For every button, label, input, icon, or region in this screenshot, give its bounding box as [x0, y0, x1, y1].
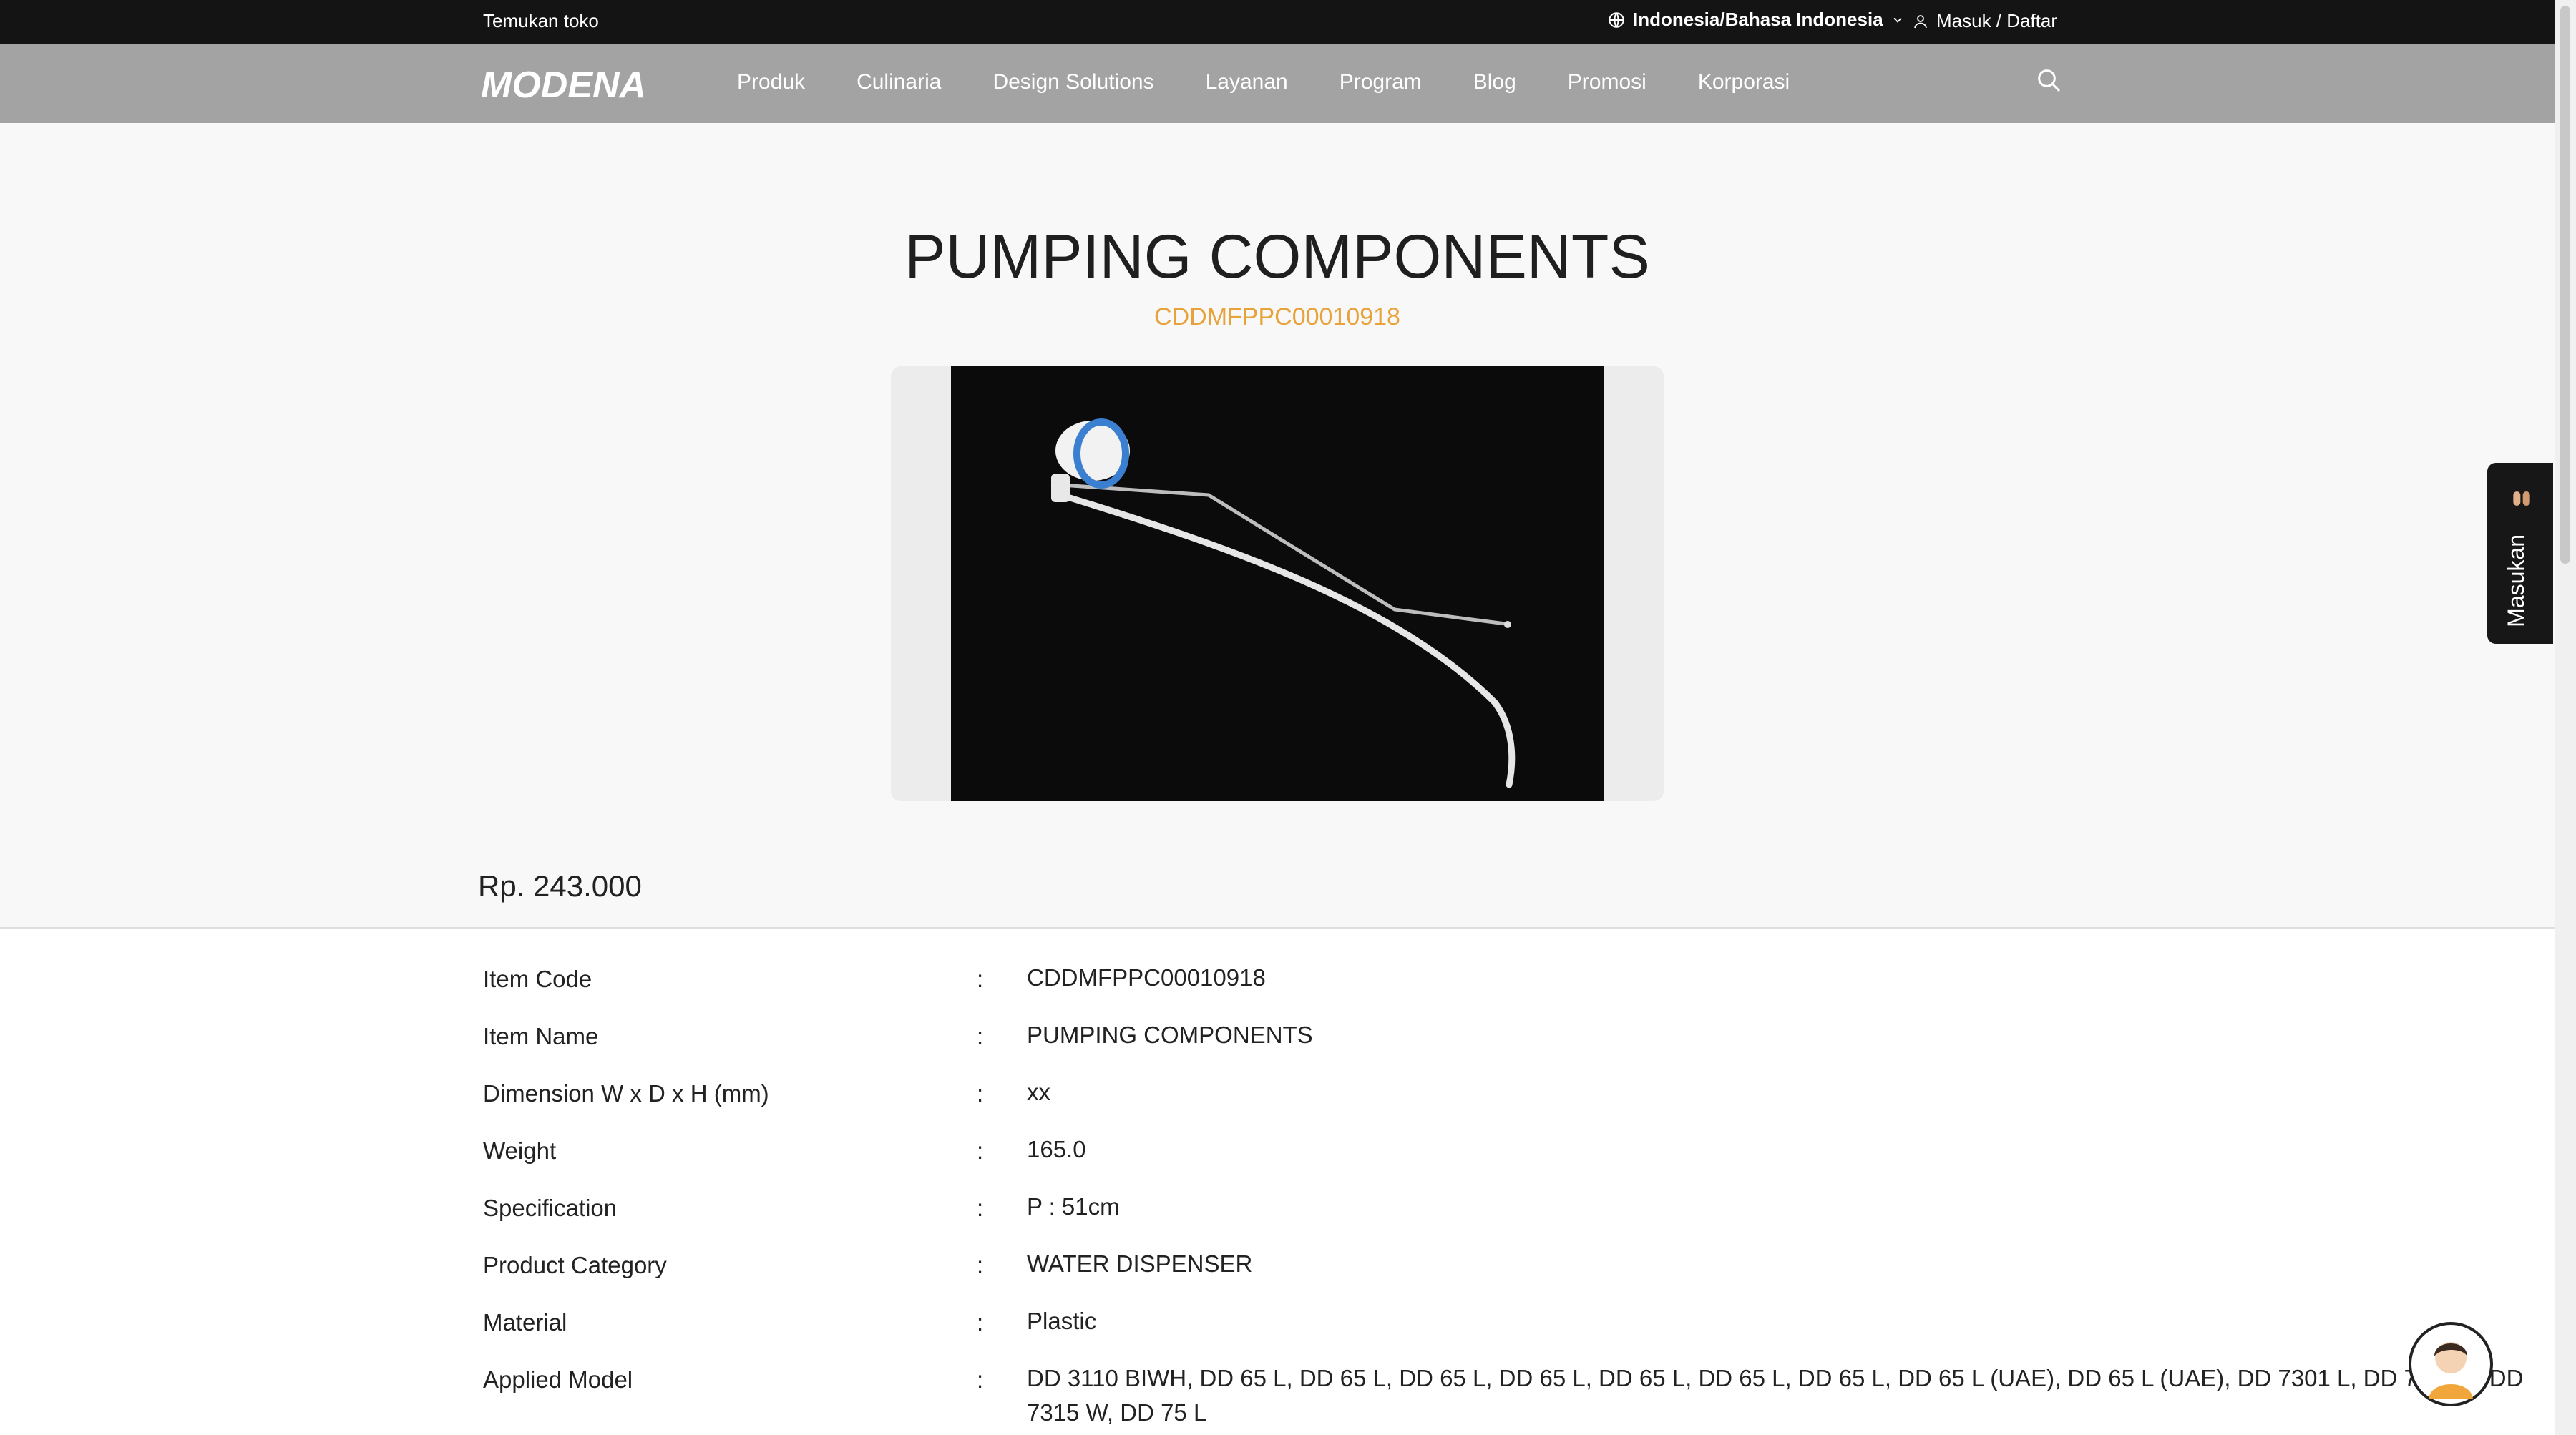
feedback-tab[interactable]: Masukan	[2487, 463, 2553, 644]
specs-table: Item Code : CDDMFPPC00010918 Item Name :…	[0, 929, 2555, 1435]
spec-key: Weight	[483, 1137, 557, 1164]
spec-value: Plastic	[1027, 1308, 1097, 1334]
nav-item-design-solutions[interactable]: Design Solutions	[992, 70, 1153, 94]
spec-separator: :	[977, 966, 984, 992]
product-image[interactable]	[951, 366, 1604, 801]
nav-item-program[interactable]: Program	[1340, 70, 1422, 94]
user-icon	[1914, 14, 1927, 28]
spec-separator: :	[977, 1309, 984, 1336]
spec-separator: :	[977, 1252, 984, 1278]
nav-item-culinaria[interactable]: Culinaria	[857, 70, 941, 94]
svg-text:MODENA: MODENA	[481, 64, 646, 104]
product-image-card	[891, 366, 1664, 801]
chevron-down-icon	[1893, 17, 1902, 23]
nav-item-korporasi[interactable]: Korporasi	[1698, 70, 1790, 94]
feedback-label: Masukan	[2503, 534, 2529, 627]
spec-separator: :	[977, 1366, 984, 1393]
globe-icon	[1609, 11, 1624, 28]
spec-key: Dimension W x D x H (mm)	[483, 1080, 769, 1107]
spec-key: Material	[483, 1309, 567, 1336]
spec-key: Specification	[483, 1195, 618, 1221]
spec-separator: :	[977, 1137, 984, 1164]
nav-item-produk[interactable]: Produk	[737, 70, 805, 94]
login-register-link[interactable]: Masuk / Daftar	[1912, 10, 2057, 32]
find-store-link[interactable]: Temukan toko	[483, 10, 599, 32]
spec-value: 165.0	[1027, 1136, 1086, 1162]
nav-item-blog[interactable]: Blog	[1473, 70, 1516, 94]
top-bar: Temukan toko Indonesia/Bahasa Indonesia …	[0, 0, 2555, 44]
feedback-hand-icon	[2513, 491, 2530, 506]
spec-value: DD 3110 BIWH, DD 65 L, DD 65 L, DD 65 L,…	[1027, 1365, 2524, 1426]
login-label: Masuk / Daftar	[1936, 10, 2058, 31]
chatbot-button[interactable]	[2409, 1322, 2493, 1406]
spec-key: Item Name	[483, 1023, 599, 1049]
search-icon[interactable]	[2034, 66, 2063, 94]
product-code: CDDMFPPC00010918	[1154, 303, 1400, 330]
chatbot-avatar-icon	[2429, 1342, 2473, 1399]
spec-key: Applied Model	[483, 1366, 633, 1393]
spec-value: WATER DISPENSER	[1027, 1250, 1253, 1277]
product-price: Rp. 243.000	[478, 869, 642, 903]
nav-item-layanan[interactable]: Layanan	[1206, 70, 1288, 94]
spec-value: P : 51cm	[1027, 1193, 1120, 1220]
spec-key: Product Category	[483, 1252, 667, 1278]
modena-logo[interactable]: MODENA	[481, 64, 660, 104]
nav-item-promosi[interactable]: Promosi	[1568, 70, 1646, 94]
page-scrollbar[interactable]	[2555, 0, 2576, 1435]
language-selector[interactable]: Indonesia/Bahasa Indonesia	[1607, 9, 1905, 31]
spec-separator: :	[977, 1195, 984, 1221]
spec-value: PUMPING COMPONENTS	[1027, 1022, 1313, 1048]
spec-separator: :	[977, 1023, 984, 1049]
product-title: PUMPING COMPONENTS	[904, 222, 1650, 291]
spec-key: Item Code	[483, 966, 592, 992]
spec-separator: :	[977, 1080, 984, 1107]
spec-value: xx	[1027, 1079, 1050, 1105]
scrollbar-thumb[interactable]	[2560, 6, 2570, 564]
main-menu: Produk Culinaria Design Solutions Layana…	[737, 70, 1841, 94]
main-navbar: MODENA Produk Culinaria Design Solutions…	[0, 44, 2555, 123]
language-label: Indonesia/Bahasa Indonesia	[1633, 9, 1883, 30]
spec-value: CDDMFPPC00010918	[1027, 964, 1266, 991]
